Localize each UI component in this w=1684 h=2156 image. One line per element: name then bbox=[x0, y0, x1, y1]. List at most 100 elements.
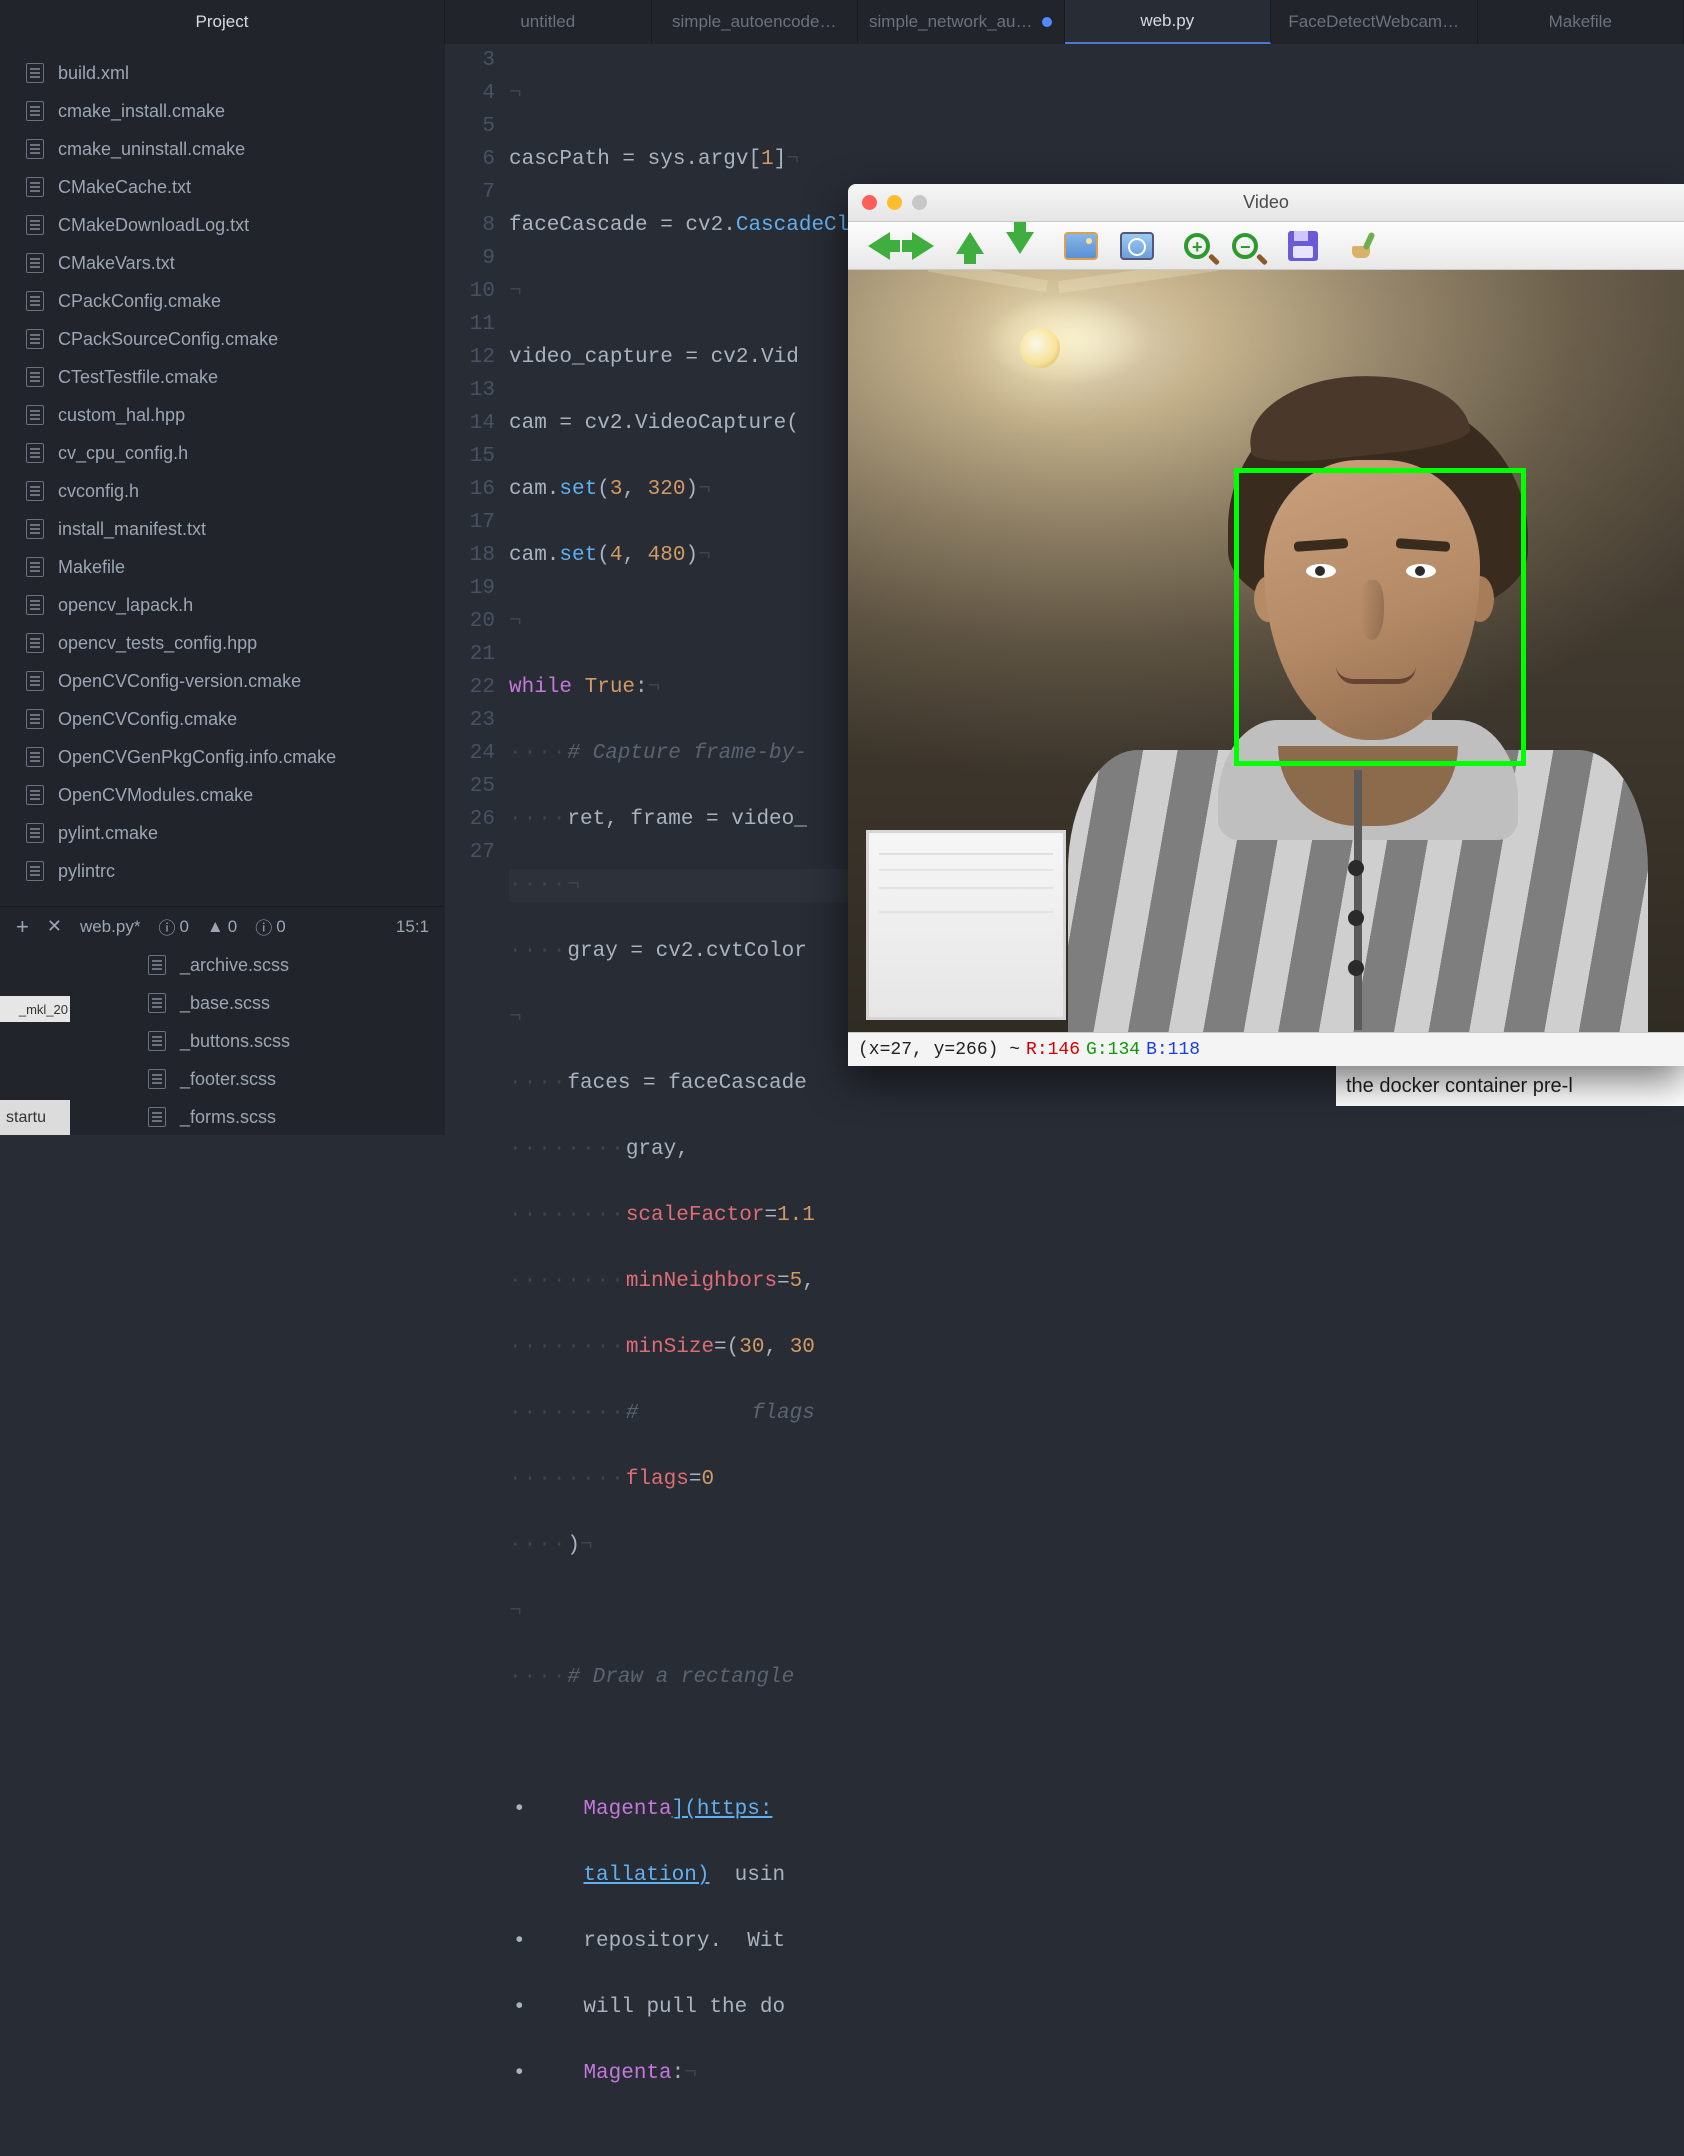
file-item[interactable]: OpenCVModules.cmake bbox=[0, 776, 445, 814]
file-name: custom_hal.hpp bbox=[58, 405, 185, 426]
close-icon[interactable]: ✕ bbox=[47, 916, 62, 937]
file-item[interactable]: _forms.scss bbox=[130, 1098, 445, 1136]
file-icon bbox=[148, 1107, 166, 1127]
diagnostics-info[interactable]: ⓘ0 bbox=[255, 914, 285, 939]
file-item[interactable]: CTestTestfile.cmake bbox=[0, 358, 445, 396]
file-item[interactable]: opencv_lapack.h bbox=[0, 586, 445, 624]
file-item[interactable]: pylintrc bbox=[0, 852, 445, 890]
file-item[interactable]: _footer.scss bbox=[130, 1060, 445, 1098]
image-zoom-icon[interactable] bbox=[1120, 232, 1154, 260]
file-item[interactable]: CMakeVars.txt bbox=[0, 244, 445, 282]
tab-label: simple_network_au… bbox=[869, 12, 1032, 32]
file-icon bbox=[26, 329, 44, 349]
tab-simple-autoencode[interactable]: simple_autoencode… bbox=[652, 0, 859, 44]
file-icon bbox=[26, 557, 44, 577]
background-text-snippet: the docker container pre-l bbox=[1336, 1066, 1684, 1106]
line-number: 5 bbox=[445, 110, 495, 143]
window-titlebar[interactable]: Video bbox=[848, 184, 1684, 222]
file-item[interactable]: _base.scss bbox=[130, 984, 445, 1022]
file-icon bbox=[26, 671, 44, 691]
file-item[interactable]: cmake_uninstall.cmake bbox=[0, 130, 445, 168]
file-name: OpenCVConfig.cmake bbox=[58, 709, 237, 730]
save-icon[interactable] bbox=[1288, 231, 1318, 261]
pixel-g: G:134 bbox=[1086, 1040, 1140, 1060]
line-number: 8 bbox=[445, 209, 495, 242]
warning-count: 0 bbox=[228, 917, 237, 937]
file-icon bbox=[26, 595, 44, 615]
image-icon[interactable] bbox=[1064, 232, 1098, 260]
file-name: opencv_lapack.h bbox=[58, 595, 193, 616]
file-icon bbox=[26, 253, 44, 273]
zoom-in-icon[interactable]: + bbox=[1184, 233, 1210, 259]
tab-facedetectwebcam[interactable]: FaceDetectWebcam… bbox=[1271, 0, 1478, 44]
background-text: the docker container pre-l bbox=[1346, 1075, 1573, 1098]
line-number: 21 bbox=[445, 638, 495, 671]
file-item[interactable]: CMakeDownloadLog.txt bbox=[0, 206, 445, 244]
face-detection-box bbox=[1234, 468, 1526, 766]
file-item[interactable]: CPackSourceConfig.cmake bbox=[0, 320, 445, 358]
file-item[interactable]: OpenCVConfig-version.cmake bbox=[0, 662, 445, 700]
warning-icon: ▲ bbox=[207, 917, 224, 937]
file-name: OpenCVGenPkgConfig.info.cmake bbox=[58, 747, 336, 768]
video-window[interactable]: Video + − bbox=[848, 184, 1684, 1066]
file-item[interactable]: CPackConfig.cmake bbox=[0, 282, 445, 320]
video-toolbar: + − bbox=[848, 222, 1684, 270]
bottom-os-tab[interactable]: startu bbox=[0, 1100, 70, 1135]
tab-label: untitled bbox=[520, 12, 575, 32]
file-item[interactable]: _buttons.scss bbox=[130, 1022, 445, 1060]
file-item[interactable]: cmake_install.cmake bbox=[0, 92, 445, 130]
file-item[interactable]: pylint.cmake bbox=[0, 814, 445, 852]
cursor-position[interactable]: 15:1 bbox=[396, 917, 429, 937]
file-name: CMakeDownloadLog.txt bbox=[58, 215, 249, 236]
arrow-right-icon[interactable] bbox=[912, 232, 934, 260]
file-name: _base.scss bbox=[180, 993, 270, 1014]
file-item[interactable]: OpenCVGenPkgConfig.info.cmake bbox=[0, 738, 445, 776]
tab-untitled[interactable]: untitled bbox=[445, 0, 652, 44]
diagnostics-errors[interactable]: ⓘ0 bbox=[158, 914, 188, 939]
diagnostics-warnings[interactable]: ▲0 bbox=[207, 917, 237, 937]
file-name: CTestTestfile.cmake bbox=[58, 367, 218, 388]
add-icon[interactable]: + bbox=[16, 914, 29, 940]
zoom-out-icon[interactable]: − bbox=[1232, 233, 1258, 259]
line-number: 13 bbox=[445, 374, 495, 407]
file-item[interactable]: OpenCVConfig.cmake bbox=[0, 700, 445, 738]
arrow-up-icon[interactable] bbox=[956, 232, 984, 254]
brush-icon[interactable] bbox=[1348, 230, 1380, 262]
file-icon bbox=[26, 481, 44, 501]
file-item[interactable]: cv_cpu_config.h bbox=[0, 434, 445, 472]
modified-dot-icon bbox=[1042, 17, 1052, 27]
file-item[interactable]: build.xml bbox=[0, 54, 445, 92]
arrow-left-icon[interactable] bbox=[868, 232, 890, 260]
tab-makefile[interactable]: Makefile bbox=[1478, 0, 1684, 44]
file-name: CMakeCache.txt bbox=[58, 177, 191, 198]
file-item[interactable]: install_manifest.txt bbox=[0, 510, 445, 548]
tab-label: FaceDetectWebcam… bbox=[1288, 12, 1459, 32]
line-number: 17 bbox=[445, 506, 495, 539]
arrow-down-icon[interactable] bbox=[1006, 232, 1034, 254]
file-item[interactable]: opencv_tests_config.hpp bbox=[0, 624, 445, 662]
line-number: 26 bbox=[445, 803, 495, 836]
file-name: _buttons.scss bbox=[180, 1031, 290, 1052]
file-icon bbox=[26, 215, 44, 235]
pixel-b: B:118 bbox=[1146, 1040, 1200, 1060]
file-icon bbox=[26, 63, 44, 83]
file-item[interactable]: custom_hal.hpp bbox=[0, 396, 445, 434]
file-item[interactable]: cvconfig.h bbox=[0, 472, 445, 510]
file-item[interactable]: Makefile bbox=[0, 548, 445, 586]
file-name: Makefile bbox=[58, 557, 125, 578]
file-name: CPackConfig.cmake bbox=[58, 291, 221, 312]
file-icon bbox=[148, 1031, 166, 1051]
file-icon bbox=[148, 955, 166, 975]
file-item[interactable]: _archive.scss bbox=[130, 946, 445, 984]
file-name: cv_cpu_config.h bbox=[58, 443, 188, 464]
line-number: 15 bbox=[445, 440, 495, 473]
project-panel-tab[interactable]: Project bbox=[0, 0, 445, 44]
file-icon bbox=[26, 405, 44, 425]
status-filename[interactable]: web.py* bbox=[80, 917, 140, 937]
tab-label: web.py bbox=[1140, 11, 1194, 31]
tab-web-py[interactable]: web.py bbox=[1065, 0, 1272, 44]
error-count: 0 bbox=[179, 917, 188, 937]
file-name: install_manifest.txt bbox=[58, 519, 206, 540]
tab-simple-network-au[interactable]: simple_network_au… bbox=[858, 0, 1065, 44]
file-item[interactable]: CMakeCache.txt bbox=[0, 168, 445, 206]
